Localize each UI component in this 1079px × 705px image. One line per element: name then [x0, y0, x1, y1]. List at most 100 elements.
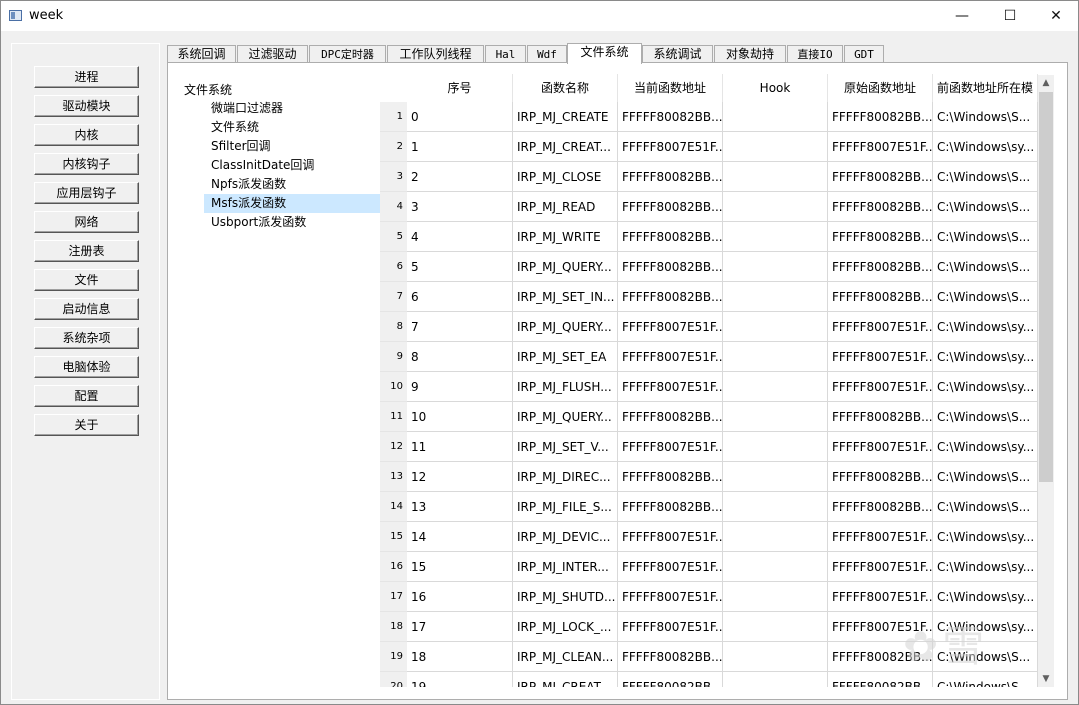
cell-original-address: FFFFF80082BB... [828, 492, 933, 522]
column-header-function-name[interactable]: 函数名称 [513, 74, 618, 102]
cell-current-address: FFFFF8007E51F... [618, 552, 723, 582]
cell-hook [723, 672, 828, 687]
cell-function-name: IRP_MJ_INTER... [513, 552, 618, 582]
scrollbar-thumb[interactable] [1039, 92, 1053, 482]
tree-item-usbport-dispatch[interactable]: Usbport派发函数 [204, 213, 382, 232]
cell-original-address: FFFFF80082BB... [828, 402, 933, 432]
cell-module: C:\Windows\S... [933, 222, 1038, 252]
row-number: 17 [380, 582, 407, 612]
cell-function-name: IRP_MJ_QUERY... [513, 252, 618, 282]
cell-original-address: FFFFF80082BB... [828, 192, 933, 222]
tree-item-sfilter-callback[interactable]: Sfilter回调 [204, 137, 382, 156]
cell-hook [723, 312, 828, 342]
cell-function-name: IRP_MJ_CREAT... [513, 672, 618, 687]
cell-current-address: FFFFF80082BB... [618, 492, 723, 522]
tree-item-npfs-dispatch[interactable]: Npfs派发函数 [204, 175, 382, 194]
nav-button-driver-modules[interactable]: 驱动模块 [34, 95, 139, 117]
cell-current-address: FFFFF8007E51F... [618, 342, 723, 372]
cell-index: 0 [407, 102, 513, 132]
cell-current-address: FFFFF80082BB... [618, 282, 723, 312]
cell-index: 8 [407, 342, 513, 372]
cell-function-name: IRP_MJ_DIREC... [513, 462, 618, 492]
cell-module: C:\Windows\S... [933, 192, 1038, 222]
tab-content-panel: 文件系统 微端口过滤器 文件系统 Sfilter回调 ClassInitDate… [167, 62, 1068, 700]
nav-button-settings[interactable]: 配置 [34, 385, 139, 407]
dispatch-function-table[interactable]: 序号 函数名称 当前函数地址 Hook 原始函数地址 前函数地址所在模 1 0 IR… [380, 74, 1053, 687]
nav-button-about[interactable]: 关于 [34, 414, 139, 436]
column-header-original-address[interactable]: 原始函数地址 [828, 74, 933, 102]
cell-original-address: FFFFF8007E51F... [828, 342, 933, 372]
cell-index: 13 [407, 492, 513, 522]
nav-button-app-hooks[interactable]: 应用层钩子 [34, 182, 139, 204]
nav-button-startup[interactable]: 启动信息 [34, 298, 139, 320]
column-header-index[interactable]: 序号 [407, 74, 513, 102]
row-number: 6 [380, 252, 407, 282]
cell-original-address: FFFFF8007E51F... [828, 132, 933, 162]
nav-button-registry[interactable]: 注册表 [34, 240, 139, 262]
row-number: 7 [380, 282, 407, 312]
cell-function-name: IRP_MJ_QUERY... [513, 402, 618, 432]
tree-item-classinitdate-callback[interactable]: ClassInitDate回调 [204, 156, 382, 175]
app-window: week — ☐ ✕ 进程 驱动模块 内核 内核钩子 应用层钩子 网络 注册表 … [0, 0, 1079, 705]
cell-current-address: FFFFF80082BB... [618, 222, 723, 252]
cell-original-address: FFFFF80082BB... [828, 162, 933, 192]
cell-index: 10 [407, 402, 513, 432]
cell-index: 15 [407, 552, 513, 582]
nav-button-kernel[interactable]: 内核 [34, 124, 139, 146]
cell-hook [723, 132, 828, 162]
cell-original-address: FFFFF8007E51F... [828, 522, 933, 552]
cell-function-name: IRP_MJ_CLOSE [513, 162, 618, 192]
cell-module: C:\Windows\sy... [933, 432, 1038, 462]
window-title: week [29, 8, 64, 23]
cell-hook [723, 522, 828, 552]
cell-index: 16 [407, 582, 513, 612]
tab-file-system[interactable]: 文件系统 [567, 43, 642, 64]
cell-function-name: IRP_MJ_SET_EA [513, 342, 618, 372]
cell-module: C:\Windows\sy... [933, 552, 1038, 582]
nav-button-kernel-hooks[interactable]: 内核钩子 [34, 153, 139, 175]
column-header-current-address[interactable]: 当前函数地址 [618, 74, 723, 102]
cell-current-address: FFFFF80082BB... [618, 192, 723, 222]
cell-original-address: FFFFF8007E51F... [828, 582, 933, 612]
nav-button-system-misc[interactable]: 系统杂项 [34, 327, 139, 349]
vertical-scrollbar[interactable]: ▲ ▼ [1038, 75, 1054, 687]
row-number: 11 [380, 402, 407, 432]
cell-original-address: FFFFF80082BB... [828, 282, 933, 312]
cell-function-name: IRP_MJ_CLEAN... [513, 642, 618, 672]
tree-item-msfs-dispatch[interactable]: Msfs派发函数 [204, 194, 382, 213]
nav-button-pc-experience[interactable]: 电脑体验 [34, 356, 139, 378]
cell-function-name: IRP_MJ_FILE_S... [513, 492, 618, 522]
close-button[interactable]: ✕ [1033, 1, 1079, 31]
cell-hook [723, 552, 828, 582]
cell-index: 4 [407, 222, 513, 252]
cell-function-name: IRP_MJ_QUERY... [513, 312, 618, 342]
cell-original-address: FFFFF80082BB... [828, 222, 933, 252]
cell-index: 5 [407, 252, 513, 282]
nav-button-file[interactable]: 文件 [34, 269, 139, 291]
cell-hook [723, 192, 828, 222]
app-window-icon [9, 10, 22, 21]
cell-hook [723, 342, 828, 372]
column-header-module[interactable]: 前函数地址所在模 [933, 74, 1038, 102]
cell-index: 19 [407, 672, 513, 687]
cell-original-address: FFFFF80082BB... [828, 102, 933, 132]
minimize-button[interactable]: — [939, 1, 985, 31]
cell-module: C:\Windows\sy... [933, 372, 1038, 402]
cell-current-address: FFFFF8007E51F... [618, 372, 723, 402]
scroll-down-arrow-icon[interactable]: ▼ [1038, 671, 1054, 687]
cell-current-address: FFFFF8007E51F... [618, 432, 723, 462]
cell-module: C:\Windows\S... [933, 162, 1038, 192]
tree-item-minifilter[interactable]: 微端口过滤器 [204, 99, 382, 118]
tree-item-file-system[interactable]: 文件系统 [204, 118, 382, 137]
maximize-button[interactable]: ☐ [987, 1, 1033, 31]
cell-function-name: IRP_MJ_WRITE [513, 222, 618, 252]
column-header-hook[interactable]: Hook [723, 74, 828, 102]
row-number: 13 [380, 462, 407, 492]
nav-button-process[interactable]: 进程 [34, 66, 139, 88]
scroll-up-arrow-icon[interactable]: ▲ [1038, 75, 1054, 91]
tree-root-file-system[interactable]: 文件系统 [184, 81, 232, 98]
cell-hook [723, 252, 828, 282]
cell-index: 7 [407, 312, 513, 342]
nav-button-network[interactable]: 网络 [34, 211, 139, 233]
cell-function-name: IRP_MJ_CREATE [513, 102, 618, 132]
